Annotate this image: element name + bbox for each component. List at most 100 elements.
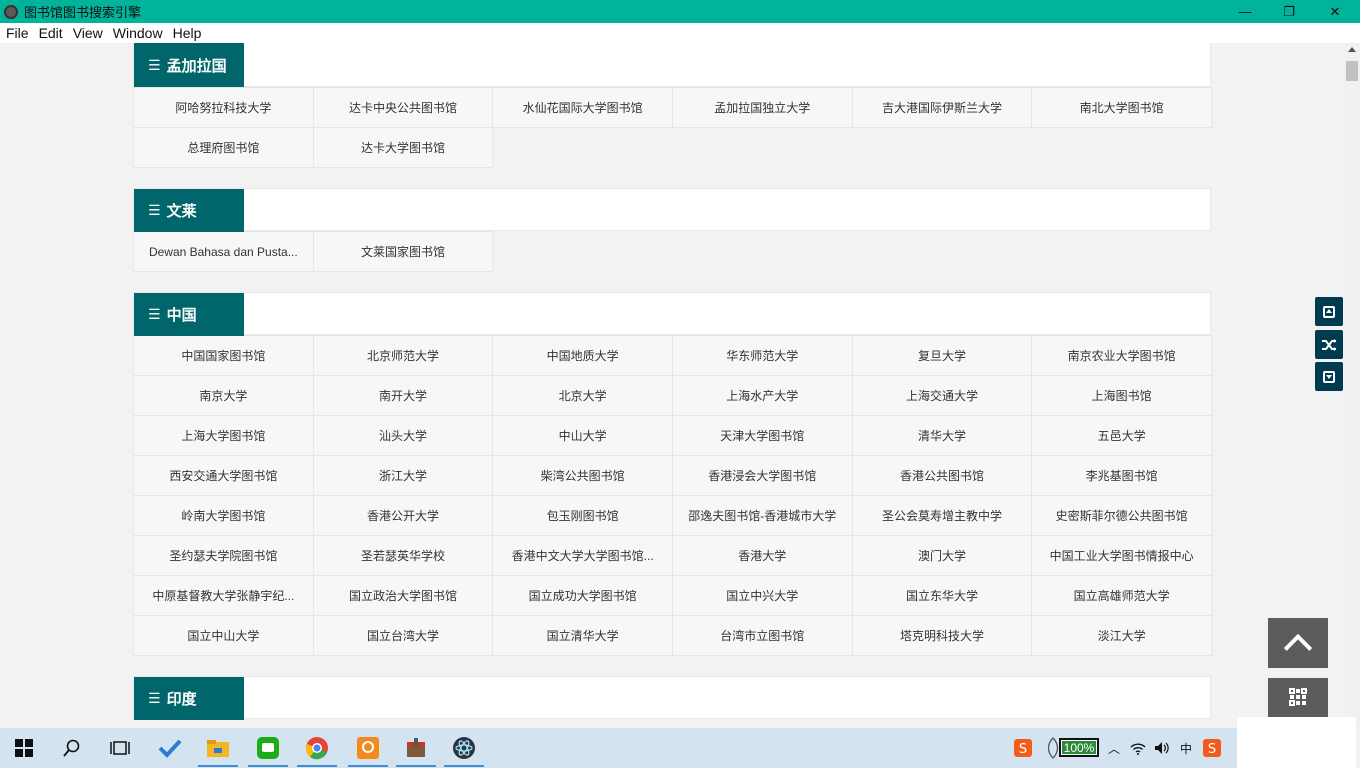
library-link[interactable]: 天津大学图书馆 [671,415,853,456]
battery-indicator[interactable]: 100% [1059,738,1099,757]
wifi-icon[interactable] [1130,741,1146,755]
page-down-button[interactable] [1315,362,1343,391]
windows-start-icon[interactable] [12,736,36,760]
scroll-thumb[interactable] [1346,61,1358,81]
library-link[interactable]: 岭南大学图书馆 [133,495,314,536]
app-icon [4,4,18,19]
library-link[interactable]: 总理府图书馆 [133,127,314,168]
sogou-tray-icon-2[interactable]: S [1202,738,1222,758]
library-link[interactable]: 北京师范大学 [312,335,494,376]
menu-window[interactable]: Window [108,23,168,43]
library-link-label: 香港公开大学 [366,509,439,523]
library-link[interactable]: 中国国家图书馆 [133,335,314,376]
electron-app-icon[interactable] [452,736,476,760]
back-to-top-button[interactable] [1268,618,1328,668]
chrome-icon[interactable] [305,736,329,760]
library-link[interactable]: 文莱国家图书馆 [312,231,494,272]
library-link[interactable]: 香港大学 [671,535,853,576]
shuffle-button[interactable] [1315,330,1343,359]
library-link[interactable]: 南北大学图书馆 [1031,87,1212,128]
library-link[interactable]: 国立台湾大学 [312,615,494,656]
library-link[interactable]: 南开大学 [312,375,494,416]
library-link[interactable]: 柴湾公共图书馆 [492,455,673,496]
minimize-button[interactable]: — [1222,0,1268,23]
pdf-reader-icon[interactable] [356,736,380,760]
library-link[interactable]: 清华大学 [851,415,1033,456]
library-link[interactable]: 复旦大学 [851,335,1033,376]
library-link-label: 香港大学 [738,549,787,563]
library-link[interactable]: 达卡大学图书馆 [312,127,494,168]
maximize-button[interactable]: ❐ [1266,0,1312,23]
library-link[interactable]: 国立成功大学图书馆 [492,575,673,616]
library-link-label: 水仙花国际大学图书馆 [522,101,643,115]
library-link[interactable]: 包玉刚图书馆 [492,495,673,536]
library-link[interactable]: 达卡中央公共图书馆 [312,87,494,128]
library-link[interactable]: 孟加拉国独立大学 [671,87,853,128]
library-link[interactable]: 圣约瑟夫学院图书馆 [133,535,314,576]
library-link[interactable]: 中国地质大学 [492,335,673,376]
library-link-label: 北京大学 [558,389,607,403]
library-link[interactable]: 国立高雄师范大学 [1031,575,1212,616]
library-link[interactable]: 浙江大学 [312,455,494,496]
library-link[interactable]: 香港中文大学大学图书馆... [492,535,673,576]
library-link[interactable]: 台湾市立图书馆 [671,615,853,656]
library-link[interactable]: 塔克明科技大学 [851,615,1033,656]
volume-icon[interactable] [1154,741,1170,755]
scroll-up-arrow-icon[interactable] [1348,47,1356,52]
menu-help[interactable]: Help [168,23,207,43]
close-button[interactable]: ✕ [1312,0,1358,23]
library-link[interactable]: 国立中山大学 [133,615,314,656]
library-link[interactable]: 上海图书馆 [1031,375,1212,416]
archive-tool-icon[interactable] [404,736,428,760]
library-link[interactable]: 史密斯菲尔德公共图书馆 [1031,495,1212,536]
library-link[interactable]: 水仙花国际大学图书馆 [492,87,673,128]
library-link[interactable]: 国立东华大学 [851,575,1033,616]
taskbar-active-indicator [248,765,288,767]
menu-view[interactable]: View [68,23,108,43]
vertical-scrollbar[interactable] [1344,43,1360,728]
library-link-label: 香港公共图书馆 [899,469,984,483]
page-up-button[interactable] [1315,297,1343,326]
library-link[interactable]: 圣公会莫寿增主教中学 [851,495,1033,536]
library-link[interactable]: 李兆基图书馆 [1031,455,1212,496]
todo-check-icon[interactable] [158,736,182,760]
library-link[interactable]: 上海水产大学 [671,375,853,416]
search-icon[interactable] [60,736,84,760]
library-link[interactable]: 国立清华大学 [492,615,673,656]
library-link[interactable]: 国立政治大学图书馆 [312,575,494,616]
wechat-icon[interactable] [256,736,280,760]
library-link[interactable]: 淡江大学 [1031,615,1212,656]
section-header: ☰ 印度 [133,676,1211,720]
library-link[interactable]: 香港公共图书馆 [851,455,1033,496]
library-link[interactable]: 南京大学 [133,375,314,416]
task-view-icon[interactable] [108,736,132,760]
library-link[interactable]: 中原基督教大学张静宇纪... [133,575,314,616]
library-link[interactable]: 北京大学 [492,375,673,416]
library-link[interactable]: 国立中兴大学 [671,575,853,616]
library-link[interactable]: 阿哈努拉科技大学 [133,87,314,128]
library-link-label: 柴湾公共图书馆 [540,469,625,483]
library-link[interactable]: 香港公开大学 [312,495,494,536]
library-link[interactable]: 澳门大学 [851,535,1033,576]
library-link[interactable]: 五邑大学 [1031,415,1212,456]
library-link[interactable]: 上海大学图书馆 [133,415,314,456]
library-link[interactable]: Dewan Bahasa dan Pusta... [133,231,314,272]
library-link[interactable]: 邵逸夫图书馆-香港城市大学 [671,495,853,536]
sogou-tray-icon[interactable]: S [1011,736,1035,760]
library-link[interactable]: 中国工业大学图书情报中心 [1031,535,1212,576]
library-link[interactable]: 华东师范大学 [671,335,853,376]
chevron-up-tray-icon[interactable]: ︿ [1108,740,1120,757]
ime-indicator[interactable]: 中 [1180,740,1192,757]
library-link[interactable]: 南京农业大学图书馆 [1031,335,1212,376]
library-link[interactable]: 吉大港国际伊斯兰大学 [851,87,1033,128]
library-link[interactable]: 中山大学 [492,415,673,456]
library-link-label: 史密斯菲尔德公共图书馆 [1055,509,1188,523]
library-link[interactable]: 西安交通大学图书馆 [133,455,314,496]
menu-file[interactable]: File [0,23,34,43]
library-link[interactable]: 上海交通大学 [851,375,1033,416]
file-explorer-icon[interactable] [206,736,230,760]
menu-edit[interactable]: Edit [34,23,68,43]
library-link[interactable]: 汕头大学 [312,415,494,456]
library-link[interactable]: 香港浸会大学图书馆 [671,455,853,496]
library-link[interactable]: 圣若瑟英华学校 [312,535,494,576]
